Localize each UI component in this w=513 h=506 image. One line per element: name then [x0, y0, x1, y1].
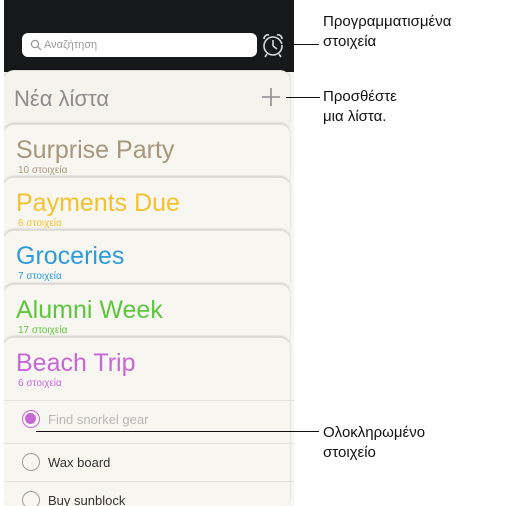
list-title: Beach Trip — [16, 349, 136, 377]
list-count: 6 στοιχεία — [18, 378, 62, 389]
alarm-clock-icon[interactable] — [259, 30, 287, 60]
new-list-label: Νέα λίστα — [14, 86, 110, 111]
callout-add-list-line1: Προσθέστε — [323, 88, 397, 105]
list-title: Groceries — [16, 242, 125, 270]
reminder-text: Buy sunblock — [48, 493, 126, 506]
reminder-text: Find snorkel gear — [48, 412, 149, 427]
list-count: 10 στοιχεία — [18, 165, 68, 176]
list-card-payments-due[interactable]: Payments Due 6 στοιχεία — [4, 177, 290, 238]
reminder-item-completed[interactable]: Find snorkel gear — [4, 400, 294, 439]
list-card-surprise-party[interactable]: Surprise Party 10 στοιχεία — [4, 124, 290, 185]
checkbox[interactable] — [22, 491, 40, 506]
reminder-item[interactable]: Buy sunblock — [4, 481, 294, 506]
callout-scheduled-line1: Προγραμματισμένα — [323, 13, 452, 30]
callout-completed: Ολοκληρωμένο στοιχείο — [323, 423, 425, 463]
callout-add-list: Προσθέστε μια λίστα. — [323, 87, 397, 127]
top-bar — [4, 0, 294, 72]
list-title: Payments Due — [16, 189, 180, 217]
search-input[interactable] — [44, 33, 249, 57]
list-title: Surprise Party — [16, 136, 175, 164]
callout-line-completed — [36, 431, 319, 432]
callout-completed-line1: Ολοκληρωμένο — [323, 424, 426, 441]
new-list-card[interactable]: Νέα λίστα — [4, 70, 290, 131]
reminder-item[interactable]: Wax board — [4, 443, 294, 482]
callout-completed-line2: στοιχείο — [323, 444, 376, 461]
completed-checkbox[interactable] — [22, 410, 40, 428]
callout-scheduled-line2: στοιχεία — [323, 33, 377, 50]
search-icon — [30, 39, 42, 51]
search-field[interactable] — [22, 33, 257, 57]
list-count: 7 στοιχεία — [18, 271, 62, 282]
reminder-text: Wax board — [48, 455, 111, 470]
callout-line-add-list — [286, 97, 320, 98]
list-card-groceries[interactable]: Groceries 7 στοιχεία — [4, 230, 290, 291]
checkbox[interactable] — [22, 453, 40, 471]
list-count: 17 στοιχεία — [18, 325, 68, 336]
list-count: 6 στοιχεία — [18, 218, 62, 229]
list-title: Alumni Week — [16, 296, 163, 324]
list-card-alumni-week[interactable]: Alumni Week 17 στοιχεία — [4, 284, 290, 345]
completed-fill — [25, 413, 36, 424]
callout-line-scheduled — [281, 44, 319, 45]
callout-scheduled: Προγραμματισμένα στοιχεία — [323, 12, 451, 52]
callout-add-list-line2: μια λίστα. — [323, 108, 387, 125]
plus-icon[interactable] — [259, 85, 283, 109]
